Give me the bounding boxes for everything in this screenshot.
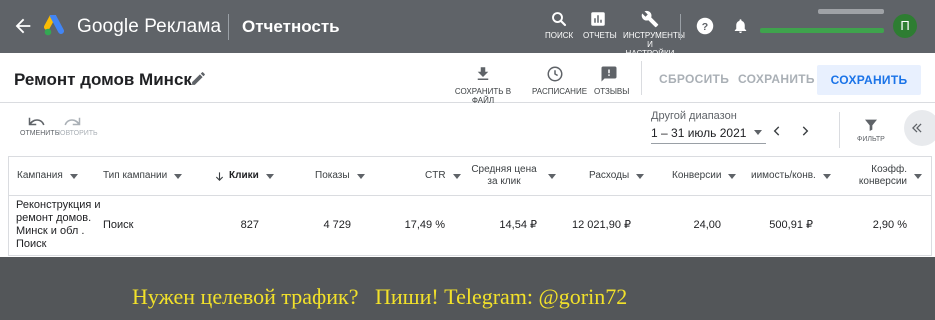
clock-icon <box>547 66 563 82</box>
cell-campaign-type: Поиск <box>103 218 134 231</box>
help-icon[interactable]: ? <box>696 17 714 35</box>
svg-text:?: ? <box>702 21 708 33</box>
chevron-right-icon[interactable] <box>798 124 812 138</box>
sort-caret-icon <box>356 173 365 179</box>
sort-arrow-down-icon <box>215 171 224 181</box>
undo-icon <box>28 117 45 126</box>
reports-icon <box>591 12 605 26</box>
column-header-campaign[interactable]: Кампания <box>17 157 97 195</box>
notifications-bell-icon[interactable] <box>732 17 749 35</box>
feedback-label: ОТЗЫВЫ <box>594 87 630 96</box>
cell-impressions: 4 729 <box>323 218 351 231</box>
cell-conv-rate: 2,90 % <box>872 218 907 231</box>
cell-ctr: 17,49 % <box>404 218 445 231</box>
filter-divider <box>839 112 840 148</box>
column-header-avg-cpc[interactable]: Средняя цена за клик <box>467 157 567 195</box>
nav-search[interactable]: ПОИСК <box>545 10 573 40</box>
filter-label: ФИЛЬТР <box>857 136 885 143</box>
section-title: Отчетность <box>242 17 340 36</box>
wrench-icon <box>641 10 659 28</box>
double-chevron-left-icon <box>912 123 922 133</box>
feedback-button[interactable]: ОТЗЫВЫ <box>594 65 629 96</box>
account-email-redacted <box>760 28 884 33</box>
sort-caret-icon <box>822 173 831 179</box>
search-icon <box>552 12 567 27</box>
collapse-panel-button[interactable] <box>904 110 935 146</box>
download-icon <box>477 67 489 80</box>
redo-icon <box>64 117 81 126</box>
redo-button[interactable]: ПОВТОРИТЬ <box>55 116 98 137</box>
date-range-underline <box>651 143 766 144</box>
report-table: Кампания Тип кампании Клики Показы CTR С… <box>8 156 932 256</box>
avatar[interactable]: П <box>893 14 917 38</box>
google-ads-logo-icon <box>44 15 64 36</box>
schedule-label: РАСПИСАНИЕ <box>532 87 588 96</box>
sort-caret-icon <box>914 173 922 179</box>
header-divider-2 <box>680 14 681 40</box>
save-as-button[interactable]: СОХРАНИТЬ КАК <box>817 65 921 117</box>
column-header-conversions[interactable]: Конверсии <box>672 157 752 195</box>
chevron-left-icon[interactable] <box>770 124 784 138</box>
nav-reports-label: ОТЧЕТЫ <box>583 31 617 40</box>
sort-caret-icon <box>265 173 274 179</box>
date-dropdown-icon[interactable] <box>754 130 762 135</box>
column-header-campaign-type[interactable]: Тип кампании <box>103 157 203 195</box>
reset-button[interactable]: СБРОСИТЬ <box>659 72 729 86</box>
redo-label: ПОВТОРИТЬ <box>55 130 98 137</box>
schedule-button[interactable]: РАСПИСАНИЕ <box>532 65 587 96</box>
sort-caret-icon <box>548 173 556 179</box>
edit-pencil-icon[interactable] <box>190 70 207 87</box>
sort-caret-icon <box>728 173 737 179</box>
filter-icon <box>864 119 877 131</box>
brand-name: Google Реклама <box>77 16 222 37</box>
column-header-cost-per-conv[interactable]: иимость/конв. <box>751 157 833 195</box>
cell-clicks: 827 <box>240 218 259 231</box>
sort-caret-icon <box>69 173 78 179</box>
cell-cost: 12 021,90 ₽ <box>572 218 631 231</box>
sort-caret-icon <box>636 173 645 179</box>
date-range-value[interactable]: 1 – 31 июль 2021 <box>651 126 746 140</box>
report-toolbar: Ремонт домов Минск СОХРАНИТЬ В ФАЙЛ РАСП… <box>0 53 935 117</box>
sort-caret-icon <box>174 173 183 179</box>
header-divider <box>228 14 229 40</box>
undo-label: ОТМЕНИТЬ <box>20 130 60 137</box>
filter-button[interactable]: ФИЛЬТР <box>857 117 885 143</box>
undo-button[interactable]: ОТМЕНИТЬ <box>20 116 59 137</box>
report-title: Ремонт домов Минск <box>14 70 192 89</box>
column-header-clicks[interactable]: Клики <box>214 157 299 195</box>
account-id-redacted <box>818 9 884 14</box>
download-button[interactable]: СОХРАНИТЬ В ФАЙЛ <box>450 65 516 105</box>
nav-reports[interactable]: ОТЧЕТЫ <box>583 10 617 40</box>
top-app-bar: Google Реклама Отчетность ПОИСК ОТЧЕТЫ И… <box>0 0 935 58</box>
promo-banner-text: Нужен целевой трафик? Пиши! Telegram: @g… <box>132 284 628 309</box>
nav-tools[interactable]: ИНСТРУМЕНТЫ И НАСТРОЙКИ <box>623 10 685 58</box>
sort-caret-icon <box>452 173 461 179</box>
column-header-impressions[interactable]: Показы <box>315 157 385 195</box>
back-arrow-icon[interactable] <box>12 15 34 37</box>
toolbar-divider <box>641 61 642 95</box>
cell-conversions: 24,00 <box>693 218 721 231</box>
save-button[interactable]: СОХРАНИТЬ <box>738 72 815 86</box>
nav-search-label: ПОИСК <box>545 31 574 40</box>
date-range-caption: Другой диапазон <box>651 110 737 122</box>
report-options-bar <box>0 103 935 156</box>
feedback-icon <box>601 66 617 82</box>
column-header-cost[interactable]: Расходы <box>589 157 659 195</box>
cell-cost-per-conv: 500,91 ₽ <box>769 218 813 231</box>
cell-campaign[interactable]: Реконструкция и ремонт домов. Минск и об… <box>16 196 102 254</box>
column-header-conv-rate[interactable]: Коэфф. конверсии <box>839 157 931 195</box>
cell-avg-cpc: 14,54 ₽ <box>499 218 537 231</box>
